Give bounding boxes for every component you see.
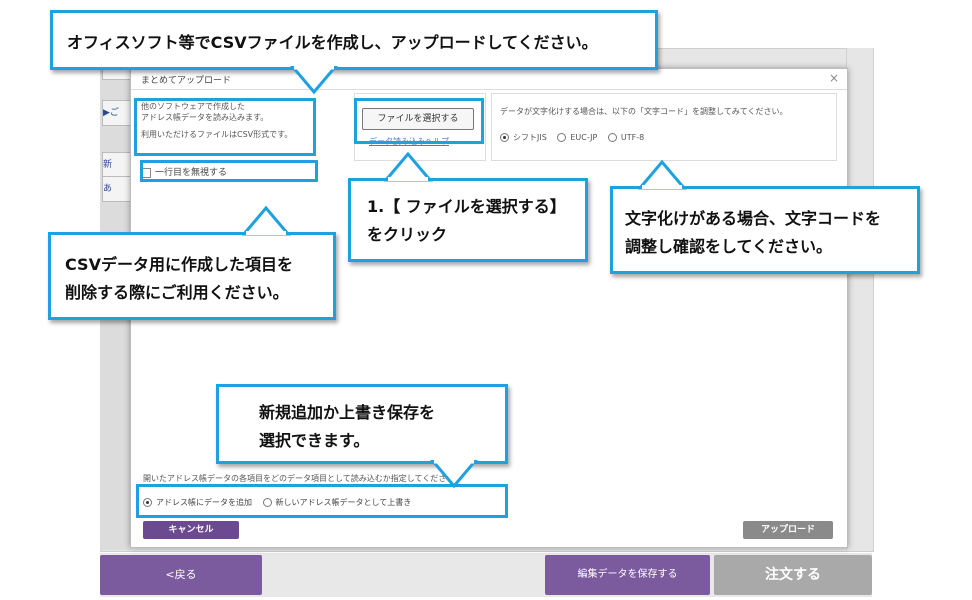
order-button[interactable]: 注文する [714, 555, 872, 595]
callout-encoding-tail [638, 160, 688, 190]
dialog-title: まとめてアップロード [141, 76, 232, 86]
radio-icon [557, 133, 567, 142]
callout-top-tail [290, 66, 338, 95]
highlight-select-file [354, 98, 484, 144]
encoding-option-utf8[interactable]: UTF-8 [607, 133, 644, 142]
callout-skip-row: CSVデータ用に作成した項目を 削除する際にご利用ください。 [48, 232, 336, 320]
callout-skip-row-tail [242, 206, 292, 236]
callout-text: 文字化けがある場合、文字コードを [625, 209, 882, 228]
background-right-strip [846, 48, 873, 550]
callout-text: 選択できます。 [259, 431, 370, 450]
mapping-note: 開いたアドレス帳データの各項目をどのデータ項目として読み込むか指定してください。 [143, 474, 463, 483]
callout-text: 1.【 ファイルを選択する】 [367, 197, 566, 216]
callout-text: CSVデータ用に作成した項目を [65, 255, 293, 274]
encoding-option-eucjp[interactable]: EUC-JP [557, 133, 597, 142]
callout-encoding: 文字化けがある場合、文字コードを 調整し確認をしてください。 [610, 186, 920, 274]
callout-save-mode-tail [430, 460, 478, 489]
divider [131, 89, 847, 90]
callout-step1: 1.【 ファイルを選択する】 をクリック [348, 178, 588, 262]
encoding-options: シフトJIS EUC-JP UTF-8 [500, 132, 652, 143]
save-edit-data-button[interactable]: 編集データを保存する [545, 555, 710, 595]
callout-save-mode: 新規追加か上書き保存を 選択できます。 [216, 384, 508, 464]
encoding-box: データが文字化けする場合は、以下の「文字コード」を調整してみてください。 シフト… [491, 93, 837, 161]
upload-button[interactable]: アップロード [743, 521, 833, 539]
encoding-note: データが文字化けする場合は、以下の「文字コード」を調整してみてください。 [500, 107, 788, 116]
callout-step1-tail [384, 152, 434, 182]
callout-text: 新規追加か上書き保存を [259, 403, 436, 422]
radio-icon [500, 133, 509, 142]
cancel-button[interactable]: キャンセル [143, 521, 239, 539]
highlight-skip-row [140, 160, 318, 182]
callout-text: 削除する際にご利用ください。 [65, 283, 289, 302]
callout-top: オフィスソフト等でCSVファイルを作成し、アップロードしてください。 [50, 10, 658, 70]
callout-text: をクリック [367, 225, 448, 244]
encoding-option-sjis[interactable]: シフトJIS [500, 133, 547, 142]
back-button[interactable]: <戻る [100, 555, 262, 595]
close-icon[interactable]: × [829, 71, 839, 85]
radio-icon [607, 133, 617, 142]
callout-text: オフィスソフト等でCSVファイルを作成し、アップロードしてください。 [67, 33, 598, 52]
callout-text: 調整し確認をしてください。 [625, 237, 833, 256]
highlight-description [134, 98, 316, 156]
